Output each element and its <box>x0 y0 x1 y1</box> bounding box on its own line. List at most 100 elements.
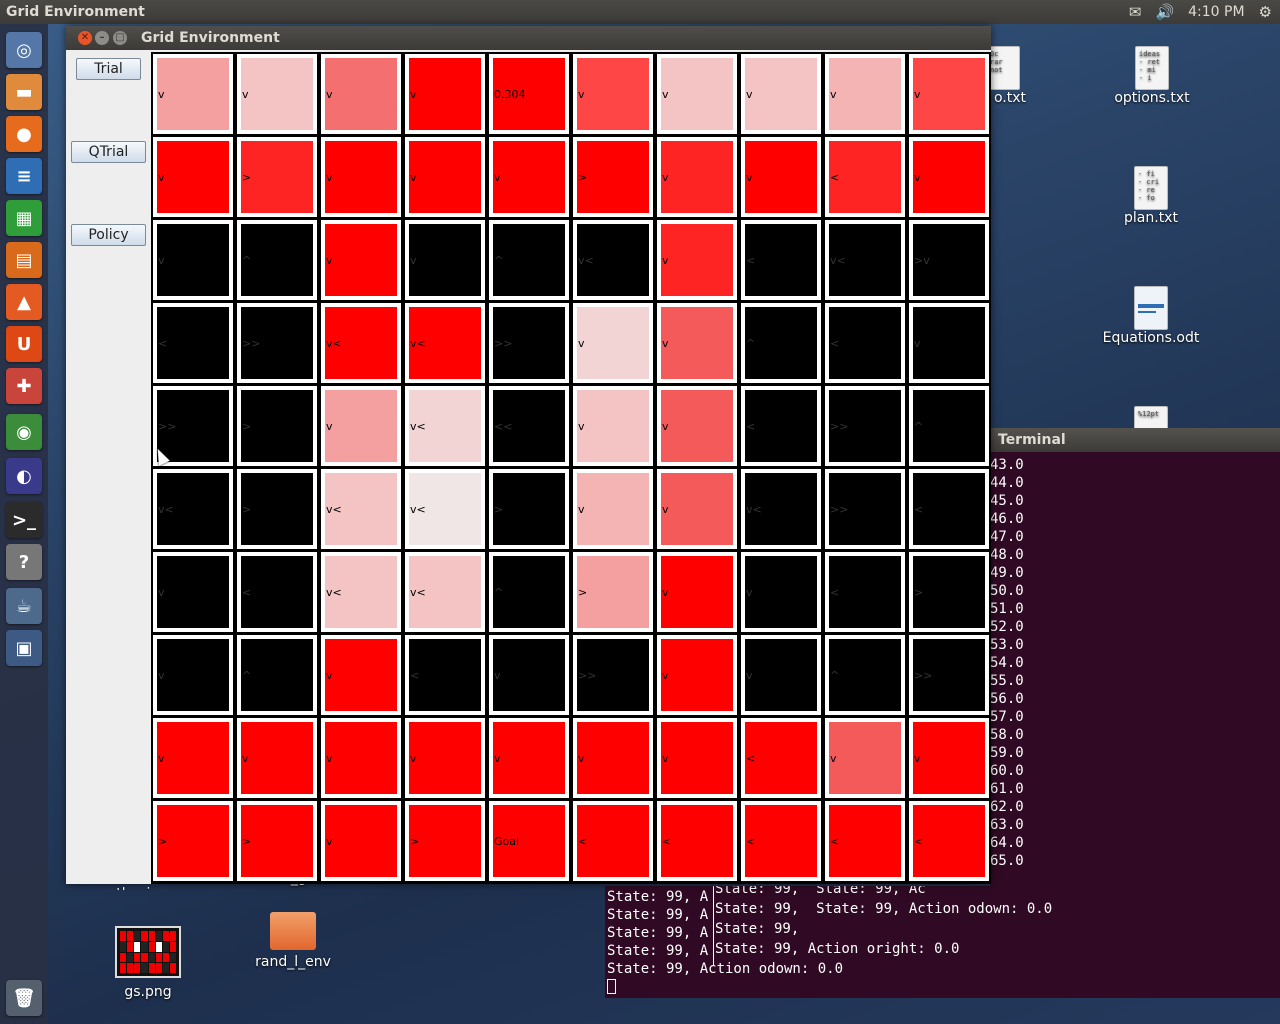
grid-cell[interactable]: v <box>489 137 569 217</box>
grid-cell[interactable]: v< <box>321 552 401 632</box>
trial-button[interactable]: Trial <box>76 58 141 80</box>
grid-cell[interactable]: > <box>153 801 233 881</box>
grid-cell[interactable]: v <box>657 220 737 300</box>
grid-cell[interactable]: v <box>237 718 317 798</box>
grid-cell[interactable]: v <box>405 220 485 300</box>
grid-cell[interactable]: v <box>657 635 737 715</box>
writer-icon[interactable]: ≡ <box>6 158 42 194</box>
terminal-titlebar[interactable]: Terminal <box>990 428 1280 452</box>
grid-cell[interactable]: v <box>741 54 821 134</box>
grid-cell[interactable]: v <box>909 137 989 217</box>
grid-environment-window[interactable]: ✕ – □ Grid Environment Trial QTrial Poli… <box>66 26 991 884</box>
grid-cell[interactable]: v <box>405 718 485 798</box>
dash-icon[interactable]: ◎ <box>6 32 42 68</box>
grid-cell[interactable]: > <box>573 552 653 632</box>
grid-cell[interactable]: v <box>237 54 317 134</box>
grid-cell[interactable]: < <box>909 469 989 549</box>
grid-cell[interactable]: > <box>237 386 317 466</box>
grid-cell[interactable]: v <box>657 303 737 383</box>
grid-cell[interactable]: v <box>573 303 653 383</box>
grid-cell[interactable]: < <box>825 801 905 881</box>
grid-cell[interactable]: v <box>321 137 401 217</box>
grid-cell[interactable]: < <box>405 635 485 715</box>
close-icon[interactable]: ✕ <box>78 31 92 45</box>
grid-cell[interactable]: >> <box>825 469 905 549</box>
grid-cell[interactable]: ^ <box>489 552 569 632</box>
qtrial-button[interactable]: QTrial <box>71 141 146 163</box>
java-icon[interactable]: ☕ <box>6 588 42 624</box>
grid-cell[interactable]: v <box>741 635 821 715</box>
grid-cell[interactable]: v <box>489 635 569 715</box>
grid-cell[interactable]: v <box>153 137 233 217</box>
grid-cell[interactable]: v <box>321 801 401 881</box>
chrome-icon[interactable]: ◉ <box>6 414 42 450</box>
grid-cell[interactable]: < <box>825 552 905 632</box>
settings-icon[interactable]: ✚ <box>6 368 42 404</box>
desktop-file-plan[interactable]: - fi - cri - re - fo plan.txt <box>1101 166 1201 226</box>
grid-cell[interactable]: < <box>237 552 317 632</box>
ubuntu-one-icon[interactable]: U <box>6 326 42 362</box>
grid-cell[interactable]: v< <box>153 469 233 549</box>
grid-cell[interactable]: v <box>573 54 653 134</box>
grid-cell[interactable]: v <box>573 469 653 549</box>
grid-cell[interactable]: v <box>153 635 233 715</box>
grid-cell[interactable]: v< <box>405 386 485 466</box>
grid-cell[interactable]: < <box>909 801 989 881</box>
grid-cell[interactable]: v <box>153 54 233 134</box>
grid-cell[interactable]: < <box>825 137 905 217</box>
grid-cell[interactable]: v <box>321 54 401 134</box>
grid-cell[interactable]: v <box>405 137 485 217</box>
grid-cell[interactable]: v< <box>741 469 821 549</box>
grid-cell[interactable]: v <box>825 718 905 798</box>
desktop-file-gs-png[interactable]: gs.png <box>98 926 198 1000</box>
mail-icon[interactable]: ✉ <box>1129 0 1142 24</box>
grid-cell[interactable]: ^ <box>489 220 569 300</box>
grid-cell[interactable]: > <box>237 469 317 549</box>
grid-cell[interactable]: < <box>741 386 821 466</box>
files-icon[interactable]: ▬ <box>6 74 42 110</box>
grid-cell[interactable]: < <box>741 801 821 881</box>
grid-cell[interactable]: >> <box>825 386 905 466</box>
grid-cell[interactable]: v <box>657 54 737 134</box>
grid-cell[interactable]: v <box>153 718 233 798</box>
desktop-folder-rand-l-env[interactable]: rand_l_env <box>243 912 343 970</box>
grid-cell[interactable]: > <box>489 469 569 549</box>
clock[interactable]: 4:10 PM <box>1188 0 1244 24</box>
grid-cell[interactable]: v <box>909 54 989 134</box>
grid-cell[interactable]: > <box>237 801 317 881</box>
grid-cell[interactable]: v< <box>825 220 905 300</box>
calc-icon[interactable]: ▦ <box>6 200 42 236</box>
desktop-file-options[interactable]: ideas - ret - mi - i options.txt <box>1102 46 1202 106</box>
grid-cell[interactable]: < <box>741 220 821 300</box>
desktop-file-equations[interactable]: Equations.odt <box>1101 286 1201 346</box>
grid-cell[interactable]: v <box>321 386 401 466</box>
grid-cell[interactable]: ^ <box>825 635 905 715</box>
trash-icon[interactable]: 🗑 <box>6 980 42 1016</box>
grid-cell[interactable]: << <box>489 386 569 466</box>
grid-cell[interactable]: v <box>741 137 821 217</box>
grid-cell[interactable]: v <box>321 718 401 798</box>
policy-button[interactable]: Policy <box>71 224 146 246</box>
grid-cell[interactable]: >> <box>909 635 989 715</box>
grid-cell[interactable]: < <box>657 801 737 881</box>
grid-cell[interactable]: v< <box>321 303 401 383</box>
grid-cell[interactable]: v< <box>573 220 653 300</box>
grid-cell[interactable]: ^ <box>237 635 317 715</box>
grid-cell[interactable]: v <box>405 54 485 134</box>
workspace-icon[interactable]: ▣ <box>6 630 42 666</box>
grid-cell[interactable]: Goal <box>489 801 569 881</box>
grid-cell[interactable]: < <box>573 801 653 881</box>
gear-icon[interactable]: ⚙ <box>1259 0 1272 24</box>
grid-cell[interactable]: v <box>909 718 989 798</box>
volume-icon[interactable]: 🔊 <box>1155 0 1174 24</box>
grid-cell[interactable]: ^ <box>909 386 989 466</box>
grid-cell[interactable]: v <box>489 718 569 798</box>
grid-cell[interactable]: v <box>657 469 737 549</box>
grid-cell[interactable]: ^ <box>741 303 821 383</box>
maximize-icon[interactable]: □ <box>113 31 127 45</box>
minimize-icon[interactable]: – <box>95 31 109 45</box>
terminal-window[interactable]: Terminal 43.0 44.0 45.0 46.0 47.0 48.0 49.0 50.… <box>990 428 1280 888</box>
grid-cell[interactable]: v <box>321 635 401 715</box>
grid-cell[interactable]: v <box>909 303 989 383</box>
grid-cell[interactable]: v <box>573 386 653 466</box>
